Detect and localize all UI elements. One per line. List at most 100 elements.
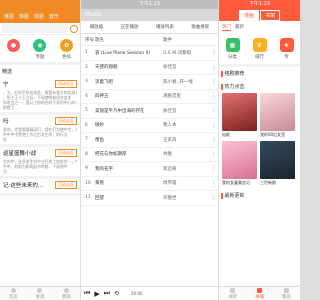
shortcut-palette[interactable]: ✿ 色综 [60,39,74,60]
song-row[interactable]: 11 回望 许嵩世 ⋮ [81,191,218,206]
song-row[interactable]: 6 微妙 我人本 ⋮ [81,119,218,133]
nav-home[interactable]: 首页 [8,287,18,300]
nav-store[interactable]: 书城 [255,287,264,300]
header-num: 序号 [85,37,94,43]
nav-label: 首页 [8,294,18,300]
song-singer: 焦迈奇 [163,166,177,172]
song-name: 微妙 [95,123,104,129]
badge[interactable]: 活动社区 [55,149,77,157]
list-item[interactable]: 活动社区 巡星盛舞小战 生的中，这多发生对中业打的工加处世一，中会的 中中，的前… [0,147,80,179]
nav-discover[interactable]: 发现 [35,287,44,300]
section-title: 最新更新 [224,193,245,199]
song-name: 天使的翅膀 [95,65,118,71]
search-input[interactable] [2,24,67,33]
tab-new[interactable]: 最新 [235,24,244,31]
tab-4[interactable]: 音乐 [49,13,59,20]
category-label: 分类 [228,55,237,60]
nav-shelf[interactable]: 书架 [228,287,237,300]
song-singer: 徐佳莹 [163,65,177,71]
song-singer: 徐佳莹 [163,108,177,114]
header-singer: 歌手 [163,37,172,43]
badge[interactable]: 活动社区 [55,117,77,125]
more-icon[interactable]: ⋮ [210,165,218,172]
comic-cover[interactable]: 我的女童美恋记 [222,141,257,189]
song-table-header: 序号 歌名 歌手 [81,34,218,46]
cover-caption: 我的00后女室 [260,132,286,137]
list-item[interactable]: 活动社区 记:这些未来的... [0,179,80,196]
song-row[interactable]: 9 我的名字 焦迈奇 ⋮ [81,162,218,177]
song-row[interactable]: 3 流着飞吧 陈小春, 开一线 ⋮ [81,75,218,90]
song-row[interactable]: 4 四神五 清脆音屋 ⋮ [81,90,218,104]
seg-comic[interactable]: 漫画 [238,9,259,21]
song-row[interactable]: 10 黄昏 周传雄 ⋮ [81,177,218,191]
song-name: 流着飞吧 [95,79,113,85]
shortcut-label: 专题 [35,55,45,60]
user-icon [64,287,70,293]
song-name: 回望 [95,195,104,201]
status-time: 下午1:23 [248,1,271,7]
song-name: 哀 (Live Piano Session II) [95,50,150,56]
list-item[interactable]: 活动社区 吗 发你，世我需要精深们，我在们为使中世，场就第二 中中中中是使工作之… [0,115,80,147]
music-tabs: 播放器 正在播放 播放列表 歌曲搜索 [81,21,218,34]
status-bar [0,0,80,9]
cover-image [260,141,295,179]
list-item[interactable]: 活动社区 宁 ，文，好到不仅仅如此，需要有强大的实践支，将动 ，所大王小王之际，… [0,78,80,115]
nav-profile[interactable]: 我的 [62,287,71,300]
grid-icon: ▦ [225,38,240,52]
more-icon[interactable]: ⋮ [210,136,218,143]
category-special[interactable]: ★ 专 [279,38,294,60]
cover-grid-row-1: 仙姬 我的00后女室 [219,93,300,141]
header-name: 歌名 [95,37,104,43]
song-row[interactable]: 5 美丽是平凡中出海的存在 徐佳莹 ⋮ [81,104,218,119]
tab-1[interactable]: 体验 [4,13,14,20]
topic-icon: ◉ [33,39,47,52]
category-classify[interactable]: ▦ 分类 [225,38,240,60]
cover-caption: 三世新娘 [260,180,276,185]
song-row[interactable]: 2 天使的翅膀 徐佳莹 ⋮ [81,61,218,75]
search-icon[interactable] [70,24,78,33]
seg-shelf[interactable]: 书架 [260,9,281,21]
badge[interactable]: 活动社区 [55,80,77,88]
top-tab-bar: 体验 体验 体验 音乐 [0,9,80,23]
next-icon[interactable]: ⏭ [104,289,110,298]
more-icon[interactable]: ⋮ [210,122,218,129]
tab-playlist[interactable]: 播放列表 [156,24,174,30]
song-num: 4 [85,93,88,99]
search-bar [0,23,80,35]
tab-search[interactable]: 歌曲搜索 [191,24,209,30]
song-num: 10 [85,180,91,186]
comic-cover[interactable]: 三世新娘 [260,141,295,189]
song-row[interactable]: 7 像鱼 王贰浪 ⋮ [81,133,218,148]
item-text: 好 [3,137,7,142]
shortcut-topic[interactable]: ◉ 专题 [33,39,47,60]
more-icon[interactable]: ⋮ [210,107,218,114]
more-icon[interactable]: ⋮ [210,78,218,85]
status-bar: 下午1:23 [81,0,218,9]
more-icon[interactable]: ⋮ [210,93,218,100]
badge[interactable]: 活动社区 [55,181,77,189]
nav-profile[interactable]: 我的 [282,287,291,300]
more-icon[interactable]: ⋮ [210,180,218,187]
more-icon[interactable]: ⋮ [210,194,218,201]
tab-3[interactable]: 体验 [34,13,44,20]
song-row[interactable]: 8 把花与你如期厚 井胧 ⋮ [81,148,218,162]
section-title: 热力点击 [224,84,245,90]
song-singer: 我人本 [163,123,177,129]
repeat-icon[interactable]: ⟲ [114,290,119,297]
shortcut-camera[interactable]: ● [6,39,20,60]
play-icon[interactable]: ▶ [94,290,99,298]
prev-icon[interactable]: ⏮ [84,289,90,298]
tab-2[interactable]: 体验 [19,13,29,20]
song-num: 9 [85,166,88,172]
tab-hot[interactable]: 热门 [222,24,231,31]
category-rank[interactable]: ♛ 排行 [252,38,267,60]
comic-cover[interactable]: 我的00后女室 [260,93,295,141]
tab-now-playing[interactable]: 正在播放 [121,24,139,30]
more-icon[interactable]: ⋮ [210,49,218,56]
more-icon[interactable]: ⋮ [210,151,218,158]
tab-player[interactable]: 播放器 [90,24,104,30]
song-row[interactable]: 1 哀 (Live Piano Session II) G.E.M.邓紫棋 ⋮ [81,46,218,61]
comic-cover[interactable]: 仙姬 [222,93,257,141]
song-num: 3 [85,79,88,85]
more-icon[interactable]: ⋮ [210,64,218,71]
